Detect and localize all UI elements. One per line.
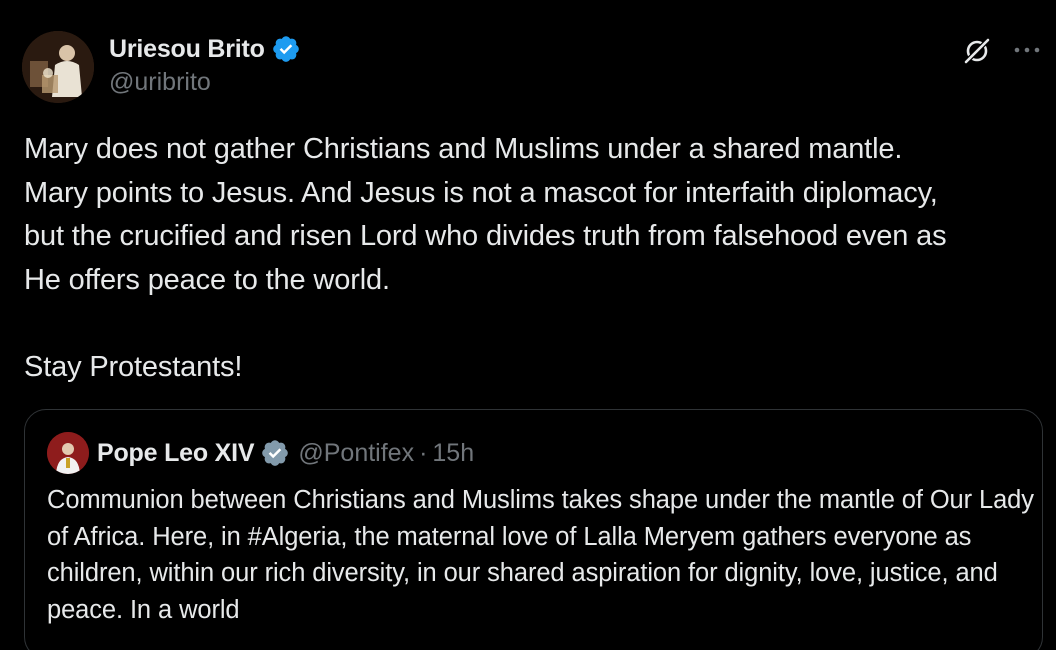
user-avatar-icon (22, 31, 94, 103)
author-avatar[interactable] (22, 31, 94, 103)
gray-verified-badge-icon[interactable] (260, 438, 290, 468)
author-handle[interactable]: @uribrito (109, 68, 301, 97)
author-display-name[interactable]: Uriesou Brito (109, 35, 265, 64)
tweet-text: Mary does not gather Christians and Musl… (24, 133, 947, 383)
quoted-separator: · (419, 438, 428, 467)
quoted-handle[interactable]: @Pontifex (298, 439, 414, 468)
quoted-display-name[interactable]: Pope Leo XIV (97, 439, 255, 468)
quoted-author-avatar[interactable] (47, 432, 89, 474)
pope-avatar-icon (47, 432, 89, 474)
more-options-icon[interactable] (1012, 38, 1042, 62)
tweet-card: Uriesou Brito @uribrito Mary does not ga… (0, 0, 1056, 650)
quoted-tweet-text: Communion between Christians and Muslims… (47, 486, 1034, 624)
author-name-row: Uriesou Brito (109, 32, 301, 66)
author-header: Uriesou Brito @uribrito (109, 32, 301, 97)
verified-badge-icon[interactable] (271, 34, 301, 64)
quoted-tweet[interactable]: Pope Leo XIV @Pontifex · 15h Communion b… (24, 409, 1043, 650)
quoted-timestamp[interactable]: 15h (432, 439, 474, 468)
quoted-header: Pope Leo XIV @Pontifex · 15h (97, 436, 474, 470)
grok-icon[interactable] (962, 36, 992, 66)
